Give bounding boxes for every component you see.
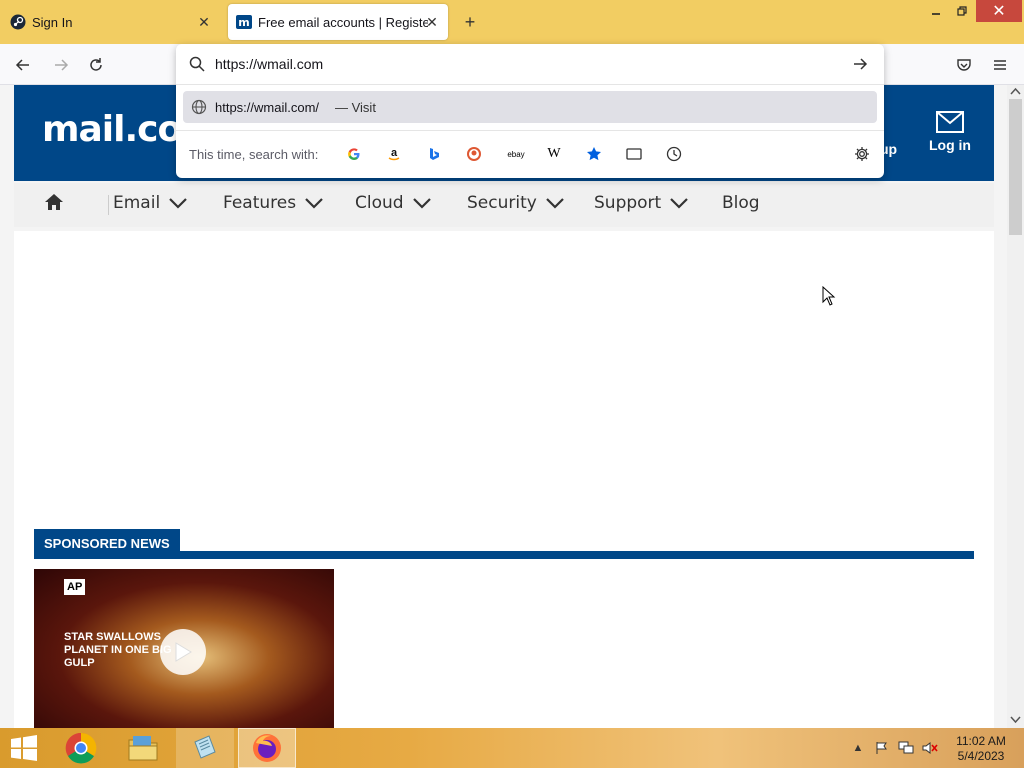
- firefox-icon[interactable]: [238, 728, 296, 768]
- google-icon[interactable]: [344, 144, 364, 164]
- network-icon[interactable]: [898, 740, 914, 756]
- taskbar: ▲ 11:02 AM 5/4/2023: [0, 728, 1024, 768]
- pocket-icon[interactable]: [951, 52, 977, 78]
- clock-time: 11:02 AM: [956, 734, 1006, 748]
- svg-text:m: m: [238, 16, 249, 29]
- gear-icon[interactable]: [852, 144, 872, 164]
- wikipedia-icon[interactable]: W: [544, 144, 564, 164]
- chevron-down-icon: [546, 198, 564, 209]
- nav-item-security[interactable]: Security: [467, 193, 565, 213]
- news-video-thumbnail[interactable]: AP STAR SWALLOWS PLANET IN ONE BIG GULP: [34, 569, 334, 728]
- url-bar-popup: https://wmail.com https://wmail.com/ — V…: [176, 44, 884, 178]
- ebay-glyph: ebay: [507, 149, 525, 159]
- svg-text:a: a: [391, 147, 398, 159]
- bookmarks-icon[interactable]: [584, 144, 604, 164]
- divider: [176, 130, 884, 131]
- tabs-icon[interactable]: [624, 144, 644, 164]
- divider: [176, 84, 884, 85]
- volume-muted-icon[interactable]: [922, 740, 938, 756]
- nav-item-features[interactable]: Features: [223, 193, 324, 213]
- windows-start-icon[interactable]: [0, 728, 48, 768]
- site-navigation: Email Features Cloud Security Support Bl…: [14, 183, 994, 227]
- window-close-icon[interactable]: ✕: [976, 0, 1022, 22]
- nav-item-email[interactable]: Email: [113, 193, 188, 213]
- sponsored-news-header: SPONSORED NEWS: [34, 529, 974, 559]
- wikipedia-glyph: W: [547, 146, 561, 161]
- reload-icon[interactable]: [83, 52, 109, 78]
- ebay-icon[interactable]: ebay: [504, 144, 528, 164]
- chevron-down-icon: [670, 198, 688, 209]
- mail-com-icon: m: [236, 14, 252, 30]
- search-with-label: This time, search with:: [189, 147, 319, 162]
- nav-label: Support: [594, 193, 662, 213]
- sponsored-label: SPONSORED NEWS: [34, 529, 180, 558]
- go-arrow-icon[interactable]: [852, 56, 868, 72]
- tab-title: Free email accounts | Register to: [258, 14, 428, 30]
- envelope-icon: [936, 111, 964, 133]
- close-tab-icon[interactable]: ✕: [424, 14, 440, 30]
- login-label: Log in: [929, 137, 971, 153]
- web-content: mail.com up Log in Email Features Cloud …: [0, 85, 1007, 728]
- amazon-icon[interactable]: a: [384, 144, 404, 164]
- action-center-flag-icon[interactable]: [874, 740, 890, 756]
- menu-hamburger-icon[interactable]: [987, 52, 1013, 78]
- tab-title: Sign In: [32, 14, 73, 30]
- chevron-down-icon: [169, 198, 187, 209]
- show-hidden-icons-icon[interactable]: ▲: [850, 740, 866, 756]
- login-button[interactable]: Log in: [920, 111, 980, 153]
- scroll-down-icon[interactable]: [1010, 716, 1021, 724]
- tab-mail-com[interactable]: m Free email accounts | Register to ✕: [228, 4, 448, 40]
- notepad-icon[interactable]: [176, 728, 234, 768]
- minimize-icon[interactable]: [924, 0, 948, 22]
- nav-label: Email: [113, 193, 161, 213]
- url-suggestion[interactable]: https://wmail.com/ — Visit: [183, 91, 877, 123]
- close-tab-icon[interactable]: ✕: [196, 14, 212, 30]
- search-icon: [189, 56, 205, 72]
- nav-label: Security: [467, 193, 537, 213]
- duckduckgo-icon[interactable]: [464, 144, 484, 164]
- forward-arrow-icon[interactable]: [48, 52, 74, 78]
- suggestion-url: https://wmail.com/: [215, 100, 320, 115]
- chevron-down-icon: [412, 198, 431, 209]
- home-icon[interactable]: [44, 193, 64, 211]
- address-input[interactable]: https://wmail.com: [215, 56, 323, 72]
- address-bar[interactable]: https://wmail.com: [176, 44, 884, 84]
- scrollbar-thumb[interactable]: [1009, 99, 1022, 235]
- suggestion-action: — Visit: [335, 100, 376, 115]
- restore-icon[interactable]: [950, 0, 974, 22]
- mouse-cursor-icon: [822, 286, 836, 306]
- tab-bar: Sign In ✕ m Free email accounts | Regist…: [0, 0, 1024, 44]
- chrome-icon[interactable]: [52, 728, 110, 768]
- back-arrow-icon[interactable]: [10, 52, 36, 78]
- nav-label: Features: [223, 193, 297, 213]
- system-clock[interactable]: 11:02 AM 5/4/2023: [950, 734, 1012, 764]
- scroll-up-icon[interactable]: [1010, 87, 1021, 95]
- play-icon[interactable]: [160, 629, 206, 675]
- ap-badge: AP: [64, 579, 86, 595]
- steam-icon: [10, 14, 26, 30]
- nav-item-cloud[interactable]: Cloud: [355, 193, 432, 213]
- chevron-down-icon: [305, 198, 323, 209]
- nav-label: Blog: [722, 193, 760, 213]
- clock-date: 5/4/2023: [957, 749, 1005, 763]
- history-icon[interactable]: [664, 144, 684, 164]
- vertical-scrollbar[interactable]: [1007, 85, 1024, 728]
- nav-item-support[interactable]: Support: [594, 193, 689, 213]
- tab-sign-in[interactable]: Sign In ✕: [0, 4, 222, 40]
- globe-icon: [191, 99, 207, 115]
- nav-divider: [108, 195, 109, 215]
- nav-label: Cloud: [355, 193, 404, 213]
- nav-item-blog[interactable]: Blog: [722, 193, 760, 213]
- new-tab-plus-icon[interactable]: +: [460, 12, 480, 32]
- news-headline: STAR SWALLOWS PLANET IN ONE BIG GULP: [64, 631, 172, 669]
- bing-icon[interactable]: [424, 144, 444, 164]
- file-explorer-icon[interactable]: [114, 728, 172, 768]
